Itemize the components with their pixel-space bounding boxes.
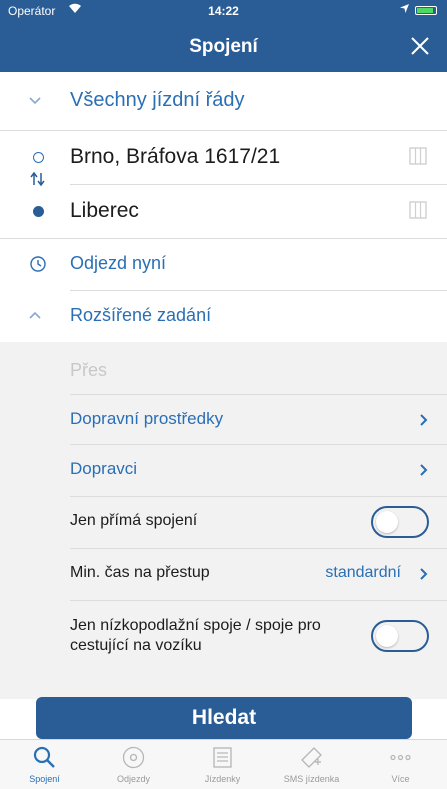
tab-label: Jízdenky bbox=[204, 774, 241, 784]
clock-icon bbox=[30, 256, 46, 272]
carriers-label: Dopravci bbox=[70, 459, 138, 478]
direct-connections-toggle[interactable] bbox=[371, 506, 429, 538]
from-value: Brno, Bráfova 1617/21 bbox=[70, 145, 281, 168]
tab-label: Více bbox=[391, 774, 410, 784]
departure-time-selector[interactable]: Odjezd nyní bbox=[0, 238, 447, 290]
chevron-right-icon bbox=[420, 464, 428, 476]
location-arrow-icon bbox=[400, 4, 409, 16]
advanced-toggle[interactable]: Rozšířené zadání bbox=[0, 290, 447, 342]
carriers-row[interactable]: Dopravci bbox=[0, 444, 447, 496]
clock-time: 14:22 bbox=[208, 4, 239, 18]
chevron-right-icon bbox=[420, 568, 428, 580]
tab-label: SMS jízdenka bbox=[283, 774, 340, 784]
tickets-icon bbox=[213, 747, 232, 768]
status-bar: Operátor 14:22 bbox=[0, 0, 447, 22]
tab-departures[interactable]: Odjezdy bbox=[89, 740, 178, 789]
direct-connections-row: Jen přímá spojení bbox=[0, 496, 447, 548]
timetables-selector[interactable]: Všechny jízdní řády bbox=[0, 72, 447, 130]
origin-circle-icon bbox=[33, 152, 44, 163]
tab-connections[interactable]: Spojení bbox=[0, 740, 89, 789]
transport-means-row[interactable]: Dopravní prostředky bbox=[0, 394, 447, 446]
map-icon[interactable] bbox=[407, 145, 429, 167]
toggle-knob bbox=[376, 625, 398, 647]
low-floor-toggle[interactable] bbox=[371, 620, 429, 652]
tab-label: Spojení bbox=[29, 774, 60, 784]
advanced-label: Rozšířené zadání bbox=[70, 305, 212, 325]
tab-sms-ticket[interactable]: SMS jízdenka bbox=[267, 740, 356, 789]
close-button[interactable] bbox=[405, 31, 435, 61]
chevron-up-icon bbox=[29, 311, 41, 319]
nav-bar: Spojení bbox=[0, 22, 447, 72]
search-button[interactable]: Hledat bbox=[36, 697, 412, 739]
search-icon bbox=[33, 746, 55, 768]
via-row bbox=[0, 350, 447, 394]
toggle-knob bbox=[376, 511, 398, 533]
destination-dot-icon bbox=[33, 206, 44, 217]
min-transfer-label: Min. čas na přestup bbox=[70, 564, 210, 581]
direct-connections-label: Jen přímá spojení bbox=[70, 512, 198, 529]
low-floor-row: Jen nízkopodlažní spoje / spoje pro cest… bbox=[0, 600, 447, 672]
map-icon[interactable] bbox=[407, 199, 429, 221]
min-transfer-value: standardní bbox=[325, 564, 401, 581]
tab-more[interactable]: Více bbox=[356, 740, 445, 789]
departure-label: Odjezd nyní bbox=[70, 253, 167, 273]
transport-means-label: Dopravní prostředky bbox=[70, 409, 224, 428]
via-input[interactable] bbox=[70, 356, 410, 384]
from-field[interactable]: Brno, Bráfova 1617/21 bbox=[0, 130, 447, 184]
min-transfer-row[interactable]: Min. čas na přestup standardní bbox=[0, 548, 447, 600]
tab-bar: Spojení Odjezdy Jízdenky SMS jízdenka Ví… bbox=[0, 739, 447, 789]
page-title: Spojení bbox=[189, 36, 258, 57]
battery-icon bbox=[415, 5, 437, 15]
tab-label: Odjezdy bbox=[116, 774, 151, 784]
to-field[interactable]: Liberec bbox=[0, 184, 447, 238]
departures-icon bbox=[122, 746, 145, 769]
search-area: Hledat bbox=[0, 697, 447, 739]
chevron-right-icon bbox=[420, 414, 428, 426]
timetables-label: Všechny jízdní řády bbox=[70, 89, 245, 111]
low-floor-label: Jen nízkopodlažní spoje / spoje pro cest… bbox=[70, 617, 321, 654]
more-icon bbox=[390, 754, 411, 761]
tab-tickets[interactable]: Jízdenky bbox=[178, 740, 267, 789]
chevron-down-icon bbox=[29, 97, 41, 105]
close-icon bbox=[411, 37, 429, 55]
to-value: Liberec bbox=[70, 199, 139, 222]
sms-ticket-icon bbox=[301, 747, 322, 768]
